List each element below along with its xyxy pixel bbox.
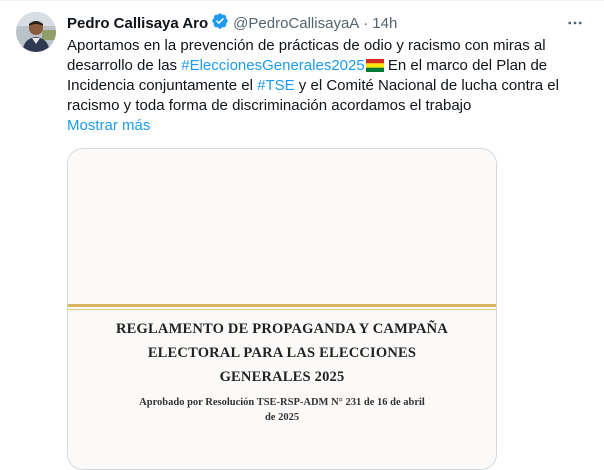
hashtag-elecciones-generales-2025[interactable]: #EleccionesGenerales2025 [181,57,364,74]
author-handle[interactable]: @PedroCallisayaA [233,15,359,32]
document-title-line2: ELECTORAL PARA LAS ELECCIONES [147,345,417,361]
tweet-media-image[interactable]: REGLAMENTO DE PROPAGANDA Y CAMPAÑA ELECT… [67,148,497,470]
tweet-header: Pedro Callisaya Aro @PedroCallisayaA · 1… [67,12,397,34]
document-title-line1: REGLAMENTO DE PROPAGANDA Y CAMPAÑA [116,321,448,337]
show-more-link[interactable]: Mostrar más [67,116,150,136]
document-title-line3: GENERALES 2025 [219,369,345,385]
document-subtitle-line2: de 2025 [264,412,300,423]
document-rule [68,304,496,307]
document-subtitle-line1: Aprobado por Resolución TSE-RSP-ADM N° 2… [139,397,425,408]
separator-dot: · [363,14,369,32]
tweet-text: Aportamos en la prevención de prácticas … [67,36,587,116]
more-horizontal-icon[interactable] [563,12,587,34]
verified-badge-icon [211,12,229,35]
author-name[interactable]: Pedro Callisaya Aro [67,15,208,32]
bolivia-flag-emoji [365,58,384,72]
document-rule-thin [68,309,496,310]
top-divider [0,0,604,1]
hashtag-tse[interactable]: #TSE [257,77,295,94]
timestamp[interactable]: 14h [372,15,397,32]
avatar[interactable] [16,12,56,52]
document-page: REGLAMENTO DE PROPAGANDA Y CAMPAÑA ELECT… [68,149,496,469]
